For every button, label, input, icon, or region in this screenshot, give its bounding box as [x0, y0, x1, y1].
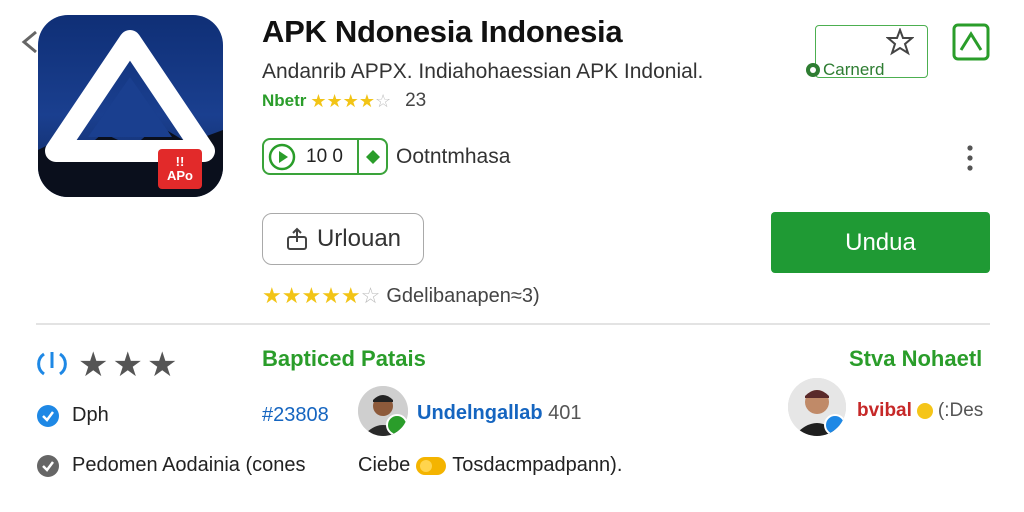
rating-label: Nbetr — [262, 91, 307, 110]
app-title: APK Ndonesia Indonesia — [262, 14, 623, 49]
play-icon — [268, 143, 296, 170]
share-icon[interactable] — [951, 22, 991, 62]
upload-icon — [286, 227, 307, 250]
app-icon: !! APo — [38, 15, 223, 197]
category-text: Ootntmhasa — [396, 145, 511, 168]
app-subtitle: Andanrib APPX. Indiahohaessian APK Indon… — [262, 60, 704, 83]
download-count-pill[interactable]: 10 0 — [262, 138, 388, 175]
row3-extra: Ciebe Tosdacmpadpann). — [358, 454, 623, 476]
developer-name[interactable]: Stva Nohaetl — [849, 346, 982, 372]
avatar[interactable] — [788, 378, 846, 436]
status-dot-icon — [806, 63, 820, 77]
apk-badge: !! APo — [158, 149, 202, 189]
wishlist-label: Carnerd — [806, 60, 884, 80]
toggle-pill-icon[interactable] — [416, 456, 447, 475]
review-stars: ★★★★★☆ — [262, 283, 381, 308]
avatar[interactable] — [358, 386, 408, 436]
user2-row[interactable]: bvibal (:Des — [857, 400, 983, 422]
help-badge-icon — [824, 414, 846, 436]
user1-name[interactable]: Undelngallab 401 — [417, 402, 582, 425]
download-count: 10 0 — [306, 145, 343, 167]
wishlist-star-icon — [886, 28, 914, 56]
more-icon[interactable] — [960, 142, 980, 174]
feature-title: Bapticed Patais — [262, 346, 426, 371]
check-icon — [37, 405, 59, 427]
diamond-icon — [365, 149, 380, 164]
toggle-icon[interactable] — [36, 348, 68, 380]
upload-button[interactable]: Urlouan — [262, 213, 424, 265]
install-button[interactable]: Undua — [771, 212, 990, 273]
rating-row: Nbetr ★★★★☆ 23 — [262, 90, 426, 112]
rating-stars: ★★★★☆ — [310, 90, 392, 111]
info-icon — [37, 455, 59, 477]
row2-label: Dph — [72, 404, 109, 426]
review-summary: ★★★★★☆ Gdelibanapen≈3) — [262, 283, 540, 309]
rating-count: 23 — [405, 90, 427, 111]
gray-stars: ★★★ — [78, 346, 182, 384]
code-text: #23808 — [262, 404, 329, 426]
verified-badge-icon — [386, 414, 408, 436]
review-text: Gdelibanapen≈3) — [386, 284, 540, 307]
pill-divider — [356, 140, 359, 173]
row3-label: Pedomen Aodainia (cones — [72, 454, 306, 476]
divider — [36, 323, 990, 325]
coin-icon — [916, 403, 933, 419]
